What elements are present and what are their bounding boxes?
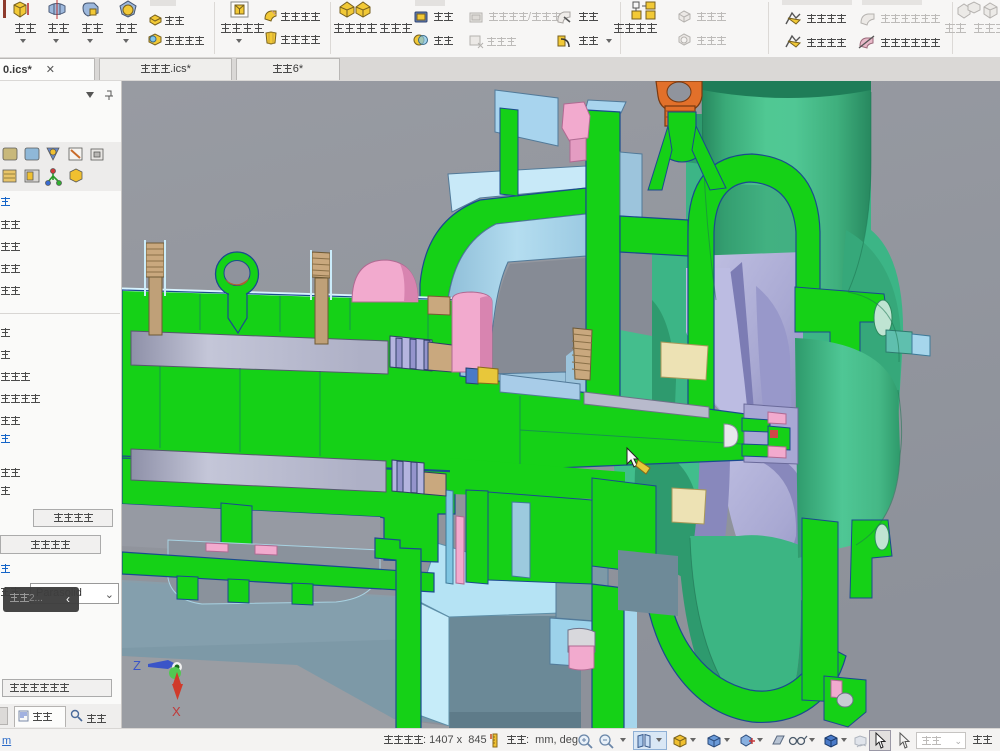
svg-text:X: X (172, 704, 181, 719)
svg-text:Z: Z (133, 658, 141, 673)
